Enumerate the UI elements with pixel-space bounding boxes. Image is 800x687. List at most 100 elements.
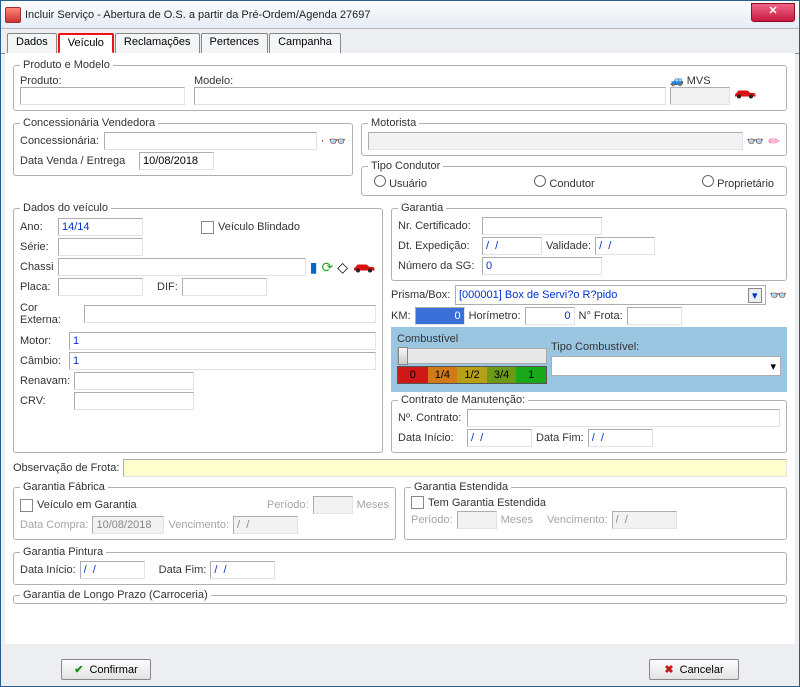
gauge-14: 1/4 — [428, 367, 458, 383]
input-dtcompra[interactable] — [92, 516, 164, 534]
tab-dados[interactable]: Dados — [7, 33, 57, 53]
car-red-icon[interactable] — [733, 87, 757, 99]
input-pint-inicio[interactable] — [80, 561, 145, 579]
radio-condutor[interactable] — [534, 175, 546, 187]
legend-garantia: Garantia — [398, 202, 446, 214]
label-venc-est: Vencimento: — [547, 514, 608, 526]
input-ano[interactable] — [58, 218, 143, 236]
x-icon: ✖ — [664, 663, 673, 676]
chevron-down-icon[interactable]: ▾ — [748, 288, 762, 303]
input-motor[interactable] — [69, 332, 376, 350]
input-cambio[interactable] — [69, 352, 376, 370]
tab-veiculo[interactable]: Veículo — [58, 33, 114, 54]
close-button[interactable]: ✕ — [751, 3, 795, 22]
group-gar-longo-prazo: Garantia de Longo Prazo (Carroceria) — [13, 589, 787, 604]
input-periodo-est[interactable] — [457, 511, 497, 529]
chevron-down-icon-2[interactable]: ▾ — [766, 360, 780, 373]
binoculars-icon-3[interactable]: 👓 — [770, 287, 787, 304]
label-dt-inicio: Data Início: — [398, 432, 463, 444]
label-placa: Placa: — [20, 281, 54, 293]
gauge-1: 1 — [516, 367, 546, 383]
combo-prisma[interactable]: [000001] Box de Servi?o R?pido▾ — [455, 285, 766, 305]
input-validade[interactable] — [595, 237, 655, 255]
confirmar-button[interactable]: ✔ Confirmar — [61, 659, 151, 680]
input-renavam[interactable] — [74, 372, 194, 390]
group-dados-veiculo: Dados do veículo Ano: Veículo Blindado S… — [13, 202, 383, 453]
gauge-12: 1/2 — [457, 367, 487, 383]
barcode-icon[interactable]: ▮ — [310, 259, 318, 276]
radio-proprietario[interactable] — [702, 175, 714, 187]
check-gar-estendida[interactable] — [411, 496, 424, 509]
label-dtcompra: Data Compra: — [20, 519, 88, 531]
cancelar-button[interactable]: ✖ Cancelar — [649, 659, 739, 680]
car-small-icon[interactable] — [352, 261, 376, 273]
label-pint-fim: Data Fim: — [159, 564, 207, 576]
input-data-venda[interactable] — [139, 152, 214, 170]
eraser-icon-2[interactable]: ◇ — [337, 259, 348, 276]
gauge-0: 0 — [398, 367, 428, 383]
label-gar-estendida: Tem Garantia Estendida — [428, 497, 546, 509]
group-gar-fabrica: Garantia Fábrica Veículo em Garantia Per… — [13, 481, 396, 540]
app-icon — [5, 7, 21, 23]
input-chassi[interactable] — [58, 258, 306, 276]
tab-reclamacoes[interactable]: Reclamações — [115, 33, 200, 53]
titlebar: Incluir Serviço - Abertura de O.S. a par… — [1, 1, 799, 29]
label-motor: Motor: — [20, 335, 65, 347]
input-nrcert[interactable] — [482, 217, 602, 235]
confirmar-label: Confirmar — [89, 664, 137, 676]
label-chassi: Chassi — [20, 261, 54, 273]
input-km[interactable] — [415, 307, 465, 325]
input-crv[interactable] — [74, 392, 194, 410]
label-tipo-comb: Tipo Combustível: — [551, 341, 639, 353]
input-placa[interactable] — [58, 278, 143, 296]
input-dt-fim[interactable] — [588, 429, 653, 447]
combo-tipo-comb[interactable]: ▾ — [551, 356, 781, 376]
check-blindado[interactable] — [201, 221, 214, 234]
input-mvs[interactable] — [670, 87, 730, 105]
label-sg: Número da SG: — [398, 260, 478, 272]
input-nr-contrato[interactable] — [467, 409, 780, 427]
input-sg[interactable] — [482, 257, 602, 275]
input-concessionaria[interactable] — [104, 132, 317, 150]
input-cor[interactable] — [84, 305, 376, 323]
fuel-slider[interactable] — [397, 348, 547, 364]
input-venc-est[interactable] — [612, 511, 677, 529]
input-horimetro[interactable] — [525, 307, 575, 325]
input-pint-fim[interactable] — [210, 561, 275, 579]
check-veiculo-garantia[interactable] — [20, 499, 33, 512]
input-venc-fab[interactable] — [233, 516, 298, 534]
slider-thumb[interactable] — [398, 347, 408, 365]
binoculars-icon-2[interactable]: 👓 — [747, 133, 764, 150]
label-blindado: Veículo Blindado — [218, 221, 300, 233]
legend-tipo-condutor: Tipo Condutor — [368, 160, 443, 172]
tab-pertences[interactable]: Pertences — [201, 33, 269, 53]
label-pint-inicio: Data Início: — [20, 564, 76, 576]
dropdown-icon[interactable]: · — [321, 135, 325, 147]
refresh-icon[interactable]: ⟳ — [321, 259, 333, 276]
input-frota[interactable] — [627, 307, 682, 325]
input-serie[interactable] — [58, 238, 143, 256]
cancelar-label: Cancelar — [680, 664, 724, 676]
eraser-icon[interactable]: ✏ — [768, 133, 780, 150]
input-obs-frota[interactable] — [123, 459, 787, 477]
group-gar-estendida: Garantia Estendida Tem Garantia Estendid… — [404, 481, 787, 540]
input-dtexp[interactable] — [482, 237, 542, 255]
label-dt-fim: Data Fim: — [536, 432, 584, 444]
group-produto-modelo: Produto e Modelo Produto: Modelo: 🚙 MVS — [13, 59, 787, 111]
input-modelo[interactable] — [194, 87, 666, 105]
label-proprietario: Proprietário — [717, 178, 774, 190]
label-serie: Série: — [20, 241, 54, 253]
label-prisma: Prisma/Box: — [391, 289, 451, 301]
radio-usuario[interactable] — [374, 175, 386, 187]
input-periodo-fab[interactable] — [313, 496, 353, 514]
binoculars-icon[interactable]: 👓 — [329, 133, 346, 150]
check-icon: ✔ — [74, 663, 83, 676]
label-periodo-fab: Período: — [267, 499, 309, 511]
label-meses-est: Meses — [501, 514, 533, 526]
input-produto[interactable] — [20, 87, 185, 105]
input-dif[interactable] — [182, 278, 267, 296]
label-obs-frota: Observação de Frota: — [13, 462, 119, 474]
input-motorista[interactable] — [368, 132, 743, 150]
tab-campanha[interactable]: Campanha — [269, 33, 341, 53]
input-dt-inicio[interactable] — [467, 429, 532, 447]
